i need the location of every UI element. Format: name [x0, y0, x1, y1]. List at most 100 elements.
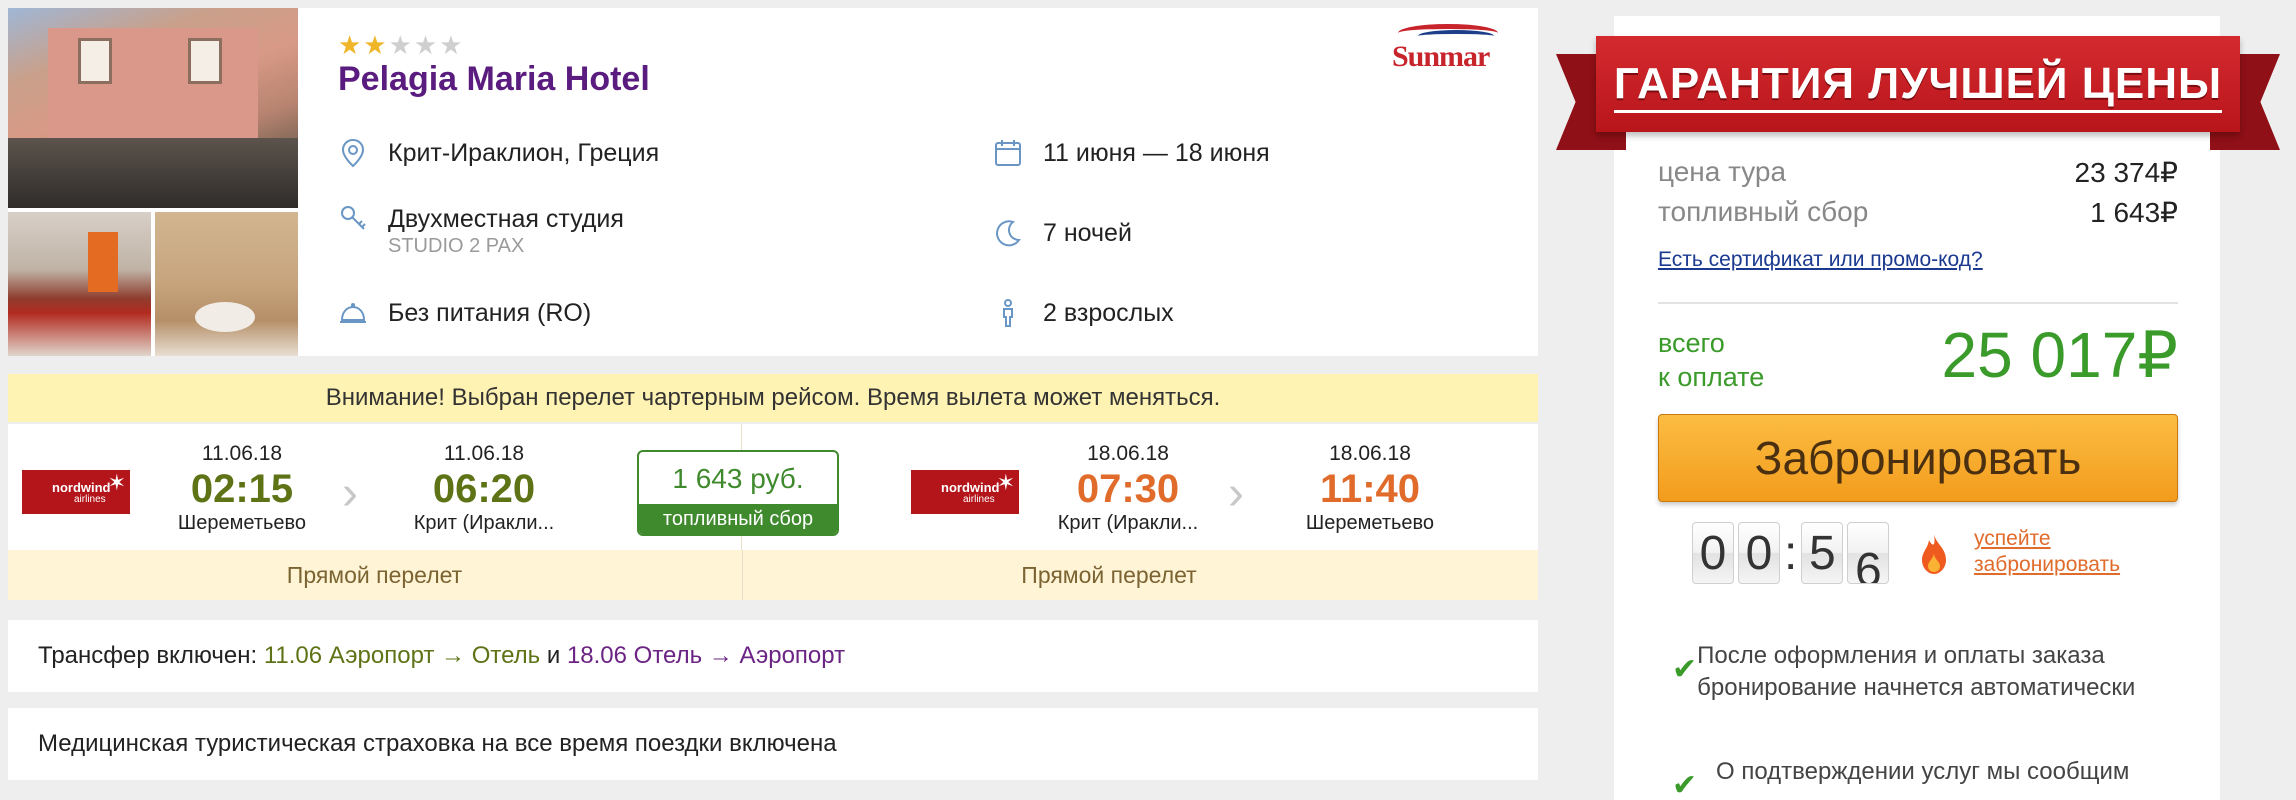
total-price: 25 017₽ [1941, 319, 2178, 391]
person-icon [993, 298, 1023, 328]
promo-code-link[interactable]: Есть сертификат или промо-код? [1658, 248, 1983, 272]
benefit-item: ✔ После оформления и оплаты заказа брони… [1672, 640, 2172, 704]
transfer-prefix: Трансфер включен: [38, 642, 258, 669]
hotel-photo-main[interactable] [8, 8, 298, 208]
benefit-item: ✔ О подтверждении услуг мы сообщим [1672, 756, 2172, 800]
airline-star-icon: ✶ [107, 470, 126, 495]
calendar-icon [993, 138, 1023, 168]
fire-icon [1916, 532, 1952, 586]
checkmark-icon: ✔ [1672, 769, 1698, 800]
outbound-dep-date: 11.06.18 [201, 442, 283, 465]
key-icon [338, 204, 368, 234]
hotel-stars: ★★★★★ [338, 30, 465, 61]
airline-logo-subtitle: airlines [74, 494, 106, 505]
chevron-right-icon: › [342, 467, 358, 520]
return-departure: 18.06.18 07:30 Крит (Иракли... [1048, 442, 1208, 535]
tour-operator-logo: Sunmar [1392, 22, 1502, 73]
insurance-info: Медицинская туристическая страховка на в… [8, 708, 1538, 780]
tour-price-value: 23 374₽ [2074, 157, 2178, 188]
hotel-photo-bathroom[interactable] [155, 212, 298, 356]
dates-text: 11 июня — 18 июня [1043, 139, 1270, 167]
total-label: всего к оплате [1658, 326, 1764, 394]
cloche-icon [338, 298, 368, 328]
moon-icon [993, 218, 1023, 248]
airline-star-icon: ✶ [996, 470, 1015, 495]
transfer-back: 18.06 Отель → Аэропорт [566, 642, 846, 669]
hotel-card: ★★★★★ Pelagia Maria Hotel Sunmar Крит-Ир… [8, 8, 1538, 356]
ribbon-label: ГАРАНТИЯ ЛУЧШЕЙ ЦЕНЫ [1613, 59, 2223, 113]
return-arr-time: 11:40 [1319, 467, 1421, 511]
photo-curtain [88, 232, 118, 292]
room-info: Двухместная студия STUDIO 2 PAX [338, 204, 624, 258]
return-arr-date: 18.06.18 [1329, 442, 1411, 465]
hurry-book-link[interactable]: успейте забронировать [1974, 526, 2120, 578]
total-label-line1: всего [1658, 328, 1725, 358]
airline-logo-outbound: nordwind airlines ✶ [22, 470, 130, 514]
timer-digit: 0 [1692, 522, 1734, 584]
timer-digit: 6 [1847, 522, 1890, 584]
benefit-text: О подтверждении услуг мы сообщим [1716, 758, 2130, 785]
return-dep-airport: Крит (Иракли... [1057, 512, 1199, 534]
fuel-price-label: топливный сбор [1658, 196, 1869, 227]
return-dep-date: 18.06.18 [1087, 442, 1169, 465]
tour-price-row: цена тура 23 374₽ [1658, 156, 2178, 189]
airline-logo-name: nordwind [941, 480, 1000, 495]
location-text: Крит-Ираклион, Греция [388, 139, 660, 167]
timer-separator: : [1784, 526, 1798, 580]
fuel-amount: 1 643 руб. [672, 463, 804, 494]
outbound-arr-time: 06:20 [432, 467, 536, 511]
airline-logo-subtitle: airlines [963, 494, 995, 505]
room-type: Двухместная студия [388, 205, 624, 233]
benefit-text: После оформления и оплаты заказа брониро… [1697, 642, 2136, 701]
charter-notice: Внимание! Выбран перелет чартерным рейсо… [8, 374, 1538, 422]
transfer-joiner: и [546, 642, 561, 669]
hurry-line1: успейте [1974, 527, 2051, 550]
fuel-price-row: топливный сбор 1 643₽ [1658, 196, 2178, 229]
return-arr-airport: Шереметьево [1305, 512, 1435, 534]
flights-block: nordwind airlines ✶ 11.06.18 02:15 Шерем… [8, 424, 1538, 600]
book-button[interactable]: Забронировать [1658, 414, 2178, 502]
outbound-flight-type: Прямой перелет [286, 562, 463, 588]
dates-info: 11 июня — 18 июня [993, 138, 1270, 168]
meal-text: Без питания (RO) [388, 299, 592, 327]
outbound-arr-date: 11.06.18 [443, 442, 525, 465]
meal-info: Без питания (RO) [338, 298, 591, 328]
ribbon-text: ГАРАНТИЯ ЛУЧШЕЙ ЦЕНЫ [1596, 36, 2240, 132]
checkmark-icon: ✔ [1672, 653, 1698, 686]
return-arrival: 18.06.18 11:40 Шереметьево [1290, 442, 1450, 535]
divider [1658, 302, 2178, 304]
location-info: Крит-Ираклион, Греция [338, 138, 659, 168]
flight-type-row: Прямой перелет Прямой перелет [8, 550, 1538, 600]
outbound-arrival: 11.06.18 06:20 Крит (Иракли... [404, 442, 564, 535]
outbound-arr-airport: Крит (Иракли... [413, 512, 555, 534]
airline-logo-return: nordwind airlines ✶ [911, 470, 1019, 514]
ribbon-banner: ГАРАНТИЯ ЛУЧШЕЙ ЦЕНЫ [1596, 36, 2240, 132]
timer-digit: 5 [1801, 522, 1844, 584]
photo-window [78, 38, 112, 84]
photo-window [188, 38, 222, 84]
nights-text: 7 ночей [1043, 219, 1132, 247]
hurry-line2: забронировать [1974, 553, 2121, 576]
fuel-surcharge-badge: 1 643 руб. топливный сбор [637, 450, 839, 536]
outbound-dep-airport: Шереметьево [177, 512, 307, 534]
chevron-right-icon: › [1228, 467, 1244, 520]
transfer-info: Трансфер включен: 11.06 Аэропорт → Отель… [8, 620, 1538, 692]
airline-logo-name: nordwind [52, 480, 111, 495]
hotel-photo-room[interactable] [8, 212, 151, 356]
timer-digit: 0 [1738, 522, 1780, 584]
fuel-price-value: 1 643₽ [2090, 197, 2178, 228]
nights-info: 7 ночей [993, 218, 1132, 248]
star-filled-icons: ★★ [338, 30, 389, 60]
guests-text: 2 взрослых [1043, 299, 1174, 327]
operator-logo-text: Sunmar [1392, 40, 1490, 73]
tour-price-label: цена тура [1658, 156, 1787, 187]
return-dep-time: 07:30 [1076, 467, 1180, 511]
total-label-line2: к оплате [1658, 362, 1765, 392]
outbound-dep-time: 02:15 [190, 467, 294, 511]
photo-sink [195, 302, 255, 332]
star-empty-icons: ★★★ [388, 30, 465, 60]
photo-terrace [8, 138, 298, 208]
hotel-name[interactable]: Pelagia Maria Hotel [338, 60, 650, 99]
room-code: STUDIO 2 PAX [388, 235, 525, 257]
guests-info: 2 взрослых [993, 298, 1174, 328]
